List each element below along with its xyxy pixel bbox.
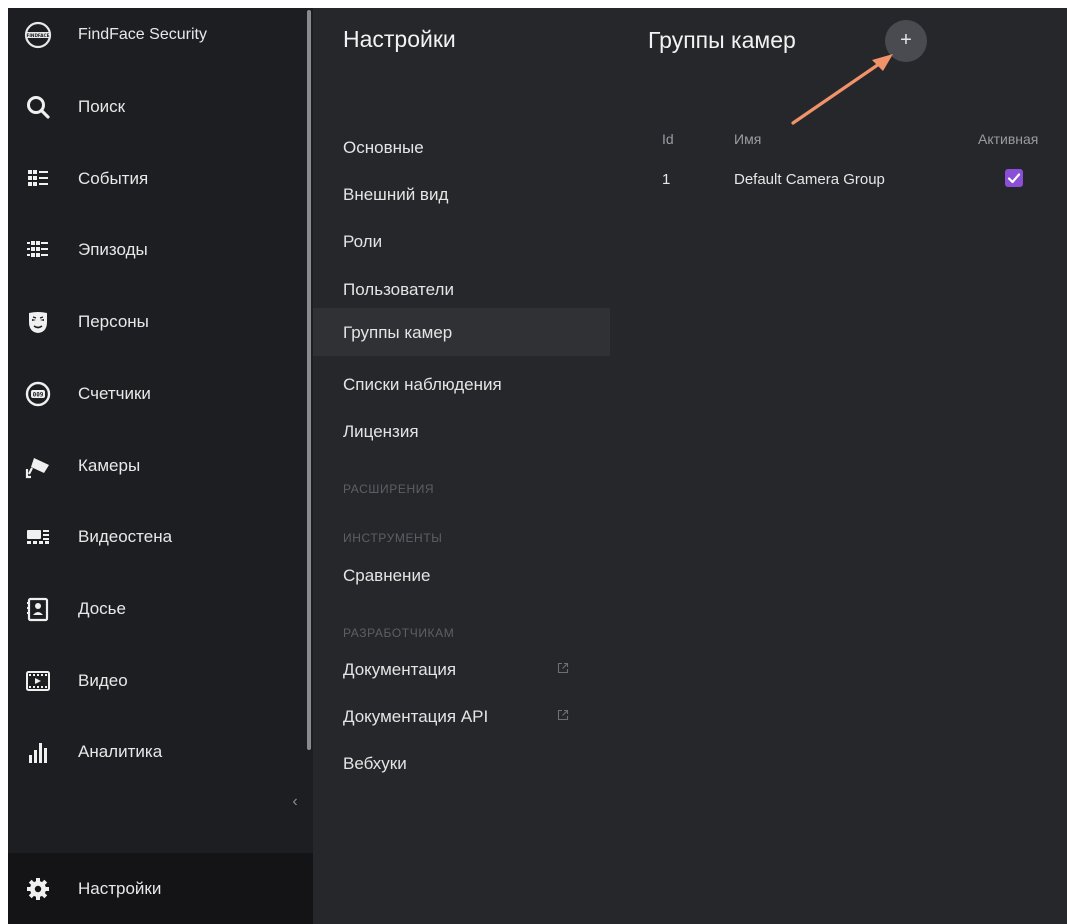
- settings-title: Настройки: [343, 26, 456, 52]
- svg-text:FINDFACE: FINDFACE: [27, 33, 50, 38]
- scrollbar-thumb[interactable]: [307, 10, 311, 750]
- sidebar-item-label: Камеры: [78, 456, 141, 475]
- menu-item-compare[interactable]: Сравнение: [313, 554, 610, 600]
- sidebar-item-label: События: [78, 169, 149, 188]
- menu-item-camera-groups[interactable]: Группы камер: [313, 308, 610, 356]
- sidebar-item-label: Счетчики: [78, 384, 151, 403]
- sidebar-item-label: Персоны: [78, 312, 149, 331]
- svg-text:009: 009: [33, 392, 44, 399]
- menu-item-roles[interactable]: Роли: [313, 220, 610, 266]
- brand-item[interactable]: FINDFACE FindFace Security: [8, 13, 305, 57]
- sidebar-item-label: Настройки: [78, 879, 162, 898]
- videowall-icon: [27, 530, 49, 544]
- sidebar-item-label: Эпизоды: [78, 240, 148, 259]
- sidebar-item-label: Видео: [78, 671, 128, 690]
- menu-item-label: Списки наблюдения: [343, 375, 502, 394]
- sidebar-item-episodes[interactable]: Эпизоды: [8, 228, 305, 272]
- brand-name: FindFace Security: [78, 26, 207, 43]
- column-header-name[interactable]: Имя: [734, 131, 761, 147]
- external-link-icon: [557, 709, 569, 721]
- menu-item-label: Лицензия: [343, 422, 419, 441]
- findface-logo-icon: FINDFACE: [24, 21, 52, 49]
- menu-item-label: Документация API: [343, 707, 489, 726]
- add-camera-group-button[interactable]: +: [885, 20, 927, 62]
- column-header-id[interactable]: Id: [662, 131, 674, 147]
- camera-icon: [25, 458, 49, 479]
- menu-item-api-documentation[interactable]: Документация API: [313, 695, 610, 741]
- persons-mask-icon: [29, 312, 47, 333]
- menu-item-label: Роли: [343, 232, 383, 251]
- collapse-sidebar-button[interactable]: ‹: [288, 793, 302, 811]
- sidebar-bottom-strip: [305, 853, 313, 924]
- sidebar-item-label: Видеостена: [78, 527, 173, 546]
- menu-item-label: Группы камер: [343, 323, 453, 342]
- menu-item-appearance[interactable]: Внешний вид: [313, 173, 610, 219]
- section-tools: ИНСТРУМЕНТЫ: [343, 531, 443, 545]
- sidebar-item-settings[interactable]: Настройки: [8, 867, 305, 911]
- camera-groups-page: Группы камер + Id Имя Активная 1 Default…: [610, 8, 1067, 924]
- sidebar-item-analytics[interactable]: Аналитика: [8, 730, 305, 774]
- video-icon: [26, 671, 50, 691]
- sidebar-scrollbar[interactable]: [305, 8, 313, 853]
- episodes-icon: [27, 241, 48, 257]
- sidebar-item-counters[interactable]: 009 Счетчики: [8, 372, 305, 416]
- active-checkbox[interactable]: [1005, 169, 1023, 187]
- sidebar-item-search[interactable]: Поиск: [8, 85, 305, 129]
- sidebar-item-label: Досье: [78, 599, 126, 618]
- sidebar-item-dossier[interactable]: Досье: [8, 587, 305, 631]
- menu-item-label: Внешний вид: [343, 185, 449, 204]
- sidebar-item-events[interactable]: События: [8, 157, 305, 201]
- main-sidebar: FINDFACE FindFace Security Поиск События: [8, 8, 305, 924]
- search-icon: [27, 96, 50, 119]
- menu-item-license[interactable]: Лицензия: [313, 410, 610, 456]
- sidebar-item-cameras[interactable]: Камеры: [8, 444, 305, 488]
- menu-item-documentation[interactable]: Документация: [313, 648, 610, 694]
- sidebar-item-label: Аналитика: [78, 742, 163, 761]
- app-window: FINDFACE FindFace Security Поиск События: [8, 8, 1067, 924]
- counter-icon: 009: [25, 381, 51, 407]
- menu-item-webhooks[interactable]: Вебхуки: [313, 742, 610, 788]
- column-header-active[interactable]: Активная: [978, 131, 1038, 147]
- menu-item-general[interactable]: Основные: [313, 126, 610, 172]
- sidebar-item-persons[interactable]: Персоны: [8, 300, 305, 344]
- menu-item-watch-lists[interactable]: Списки наблюдения: [313, 363, 610, 409]
- external-link-icon: [557, 662, 569, 674]
- menu-item-label: Документация: [343, 660, 457, 679]
- gear-icon: [27, 878, 49, 900]
- menu-item-label: Вебхуки: [343, 754, 407, 773]
- cell-id: 1: [662, 171, 671, 188]
- section-extensions: РАСШИРЕНИЯ: [343, 482, 435, 496]
- cell-name[interactable]: Default Camera Group: [734, 171, 885, 188]
- dossier-icon: [27, 597, 49, 622]
- events-icon: [28, 170, 48, 186]
- checkmark-icon: [1007, 173, 1021, 184]
- menu-item-label: Пользователи: [343, 280, 454, 299]
- section-developers: РАЗРАБОТЧИКАМ: [343, 626, 455, 640]
- sidebar-item-videowall[interactable]: Видеостена: [8, 515, 305, 559]
- settings-menu: Настройки Основные Внешний вид Роли Поль…: [313, 8, 610, 924]
- analytics-icon: [29, 743, 47, 763]
- sidebar-item-label: Поиск: [78, 97, 126, 116]
- menu-item-label: Сравнение: [343, 566, 431, 585]
- menu-item-label: Основные: [343, 138, 424, 157]
- page-title: Группы камер: [648, 27, 796, 53]
- sidebar-item-video[interactable]: Видео: [8, 659, 305, 703]
- sidebar-bottom: Настройки: [8, 853, 305, 924]
